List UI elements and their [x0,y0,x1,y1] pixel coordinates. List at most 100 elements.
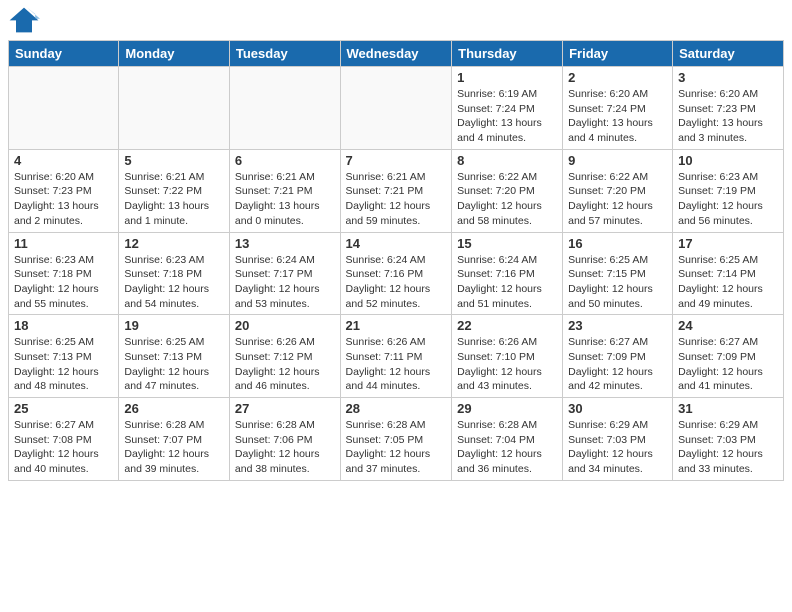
calendar-day-cell: 16 Sunrise: 6:25 AMSunset: 7:15 PMDayligh… [563,232,673,315]
day-number: 7 [346,153,447,168]
day-number: 13 [235,236,335,251]
day-of-week-header: Wednesday [340,41,452,67]
day-number: 3 [678,70,778,85]
day-number: 31 [678,401,778,416]
day-of-week-header: Friday [563,41,673,67]
calendar-day-cell: 18 Sunrise: 6:25 AMSunset: 7:13 PMDayligh… [9,315,119,398]
calendar-week-row: 18 Sunrise: 6:25 AMSunset: 7:13 PMDayligh… [9,315,784,398]
day-number: 24 [678,318,778,333]
calendar-day-cell [9,67,119,150]
calendar-day-cell: 26 Sunrise: 6:28 AMSunset: 7:07 PMDayligh… [119,398,230,481]
day-info: Sunrise: 6:20 AMSunset: 7:24 PMDaylight:… [568,87,667,146]
day-number: 29 [457,401,557,416]
day-info: Sunrise: 6:24 AMSunset: 7:16 PMDaylight:… [346,253,447,312]
calendar-day-cell: 4Sunrise: 6:20 AMSunset: 7:23 PMDaylight… [9,149,119,232]
calendar-day-cell: 19 Sunrise: 6:25 AMSunset: 7:13 PMDayligh… [119,315,230,398]
day-of-week-header: Saturday [673,41,784,67]
calendar-day-cell: 5Sunrise: 6:21 AMSunset: 7:22 PMDaylight… [119,149,230,232]
day-info: Sunrise: 6:29 AMSunset: 7:03 PMDaylight:… [568,418,667,477]
day-info: Sunrise: 6:26 AMSunset: 7:12 PMDaylight:… [235,335,335,394]
calendar-day-cell: 12Sunrise: 6:23 AMSunset: 7:18 PMDayligh… [119,232,230,315]
calendar-day-cell: 21 Sunrise: 6:26 AMSunset: 7:11 PMDayligh… [340,315,452,398]
calendar-day-cell: 9Sunrise: 6:22 AMSunset: 7:20 PMDaylight… [563,149,673,232]
calendar-week-row: 11 Sunrise: 6:23 AMSunset: 7:18 PMDayligh… [9,232,784,315]
calendar-day-cell: 28 Sunrise: 6:28 AMSunset: 7:05 PMDayligh… [340,398,452,481]
day-number: 16 [568,236,667,251]
day-of-week-header: Sunday [9,41,119,67]
day-info: Sunrise: 6:26 AMSunset: 7:11 PMDaylight:… [346,335,447,394]
day-info: Sunrise: 6:23 AMSunset: 7:18 PMDaylight:… [124,253,224,312]
day-info: Sunrise: 6:28 AMSunset: 7:05 PMDaylight:… [346,418,447,477]
day-number: 23 [568,318,667,333]
calendar-day-cell: 23Sunrise: 6:27 AMSunset: 7:09 PMDayligh… [563,315,673,398]
day-number: 30 [568,401,667,416]
day-info: Sunrise: 6:23 AMSunset: 7:19 PMDaylight:… [678,170,778,229]
calendar-day-cell: 27 Sunrise: 6:28 AMSunset: 7:06 PMDayligh… [229,398,340,481]
calendar-day-cell: 11 Sunrise: 6:23 AMSunset: 7:18 PMDayligh… [9,232,119,315]
calendar-day-cell: 24 Sunrise: 6:27 AMSunset: 7:09 PMDayligh… [673,315,784,398]
calendar-day-cell: 1Sunrise: 6:19 AMSunset: 7:24 PMDaylight… [452,67,563,150]
logo [8,6,44,34]
day-of-week-header: Monday [119,41,230,67]
day-of-week-header: Thursday [452,41,563,67]
logo-icon [8,6,40,34]
calendar-day-cell: 14 Sunrise: 6:24 AMSunset: 7:16 PMDayligh… [340,232,452,315]
day-number: 28 [346,401,447,416]
day-info: Sunrise: 6:24 AMSunset: 7:16 PMDaylight:… [457,253,557,312]
calendar-table: SundayMondayTuesdayWednesdayThursdayFrid… [8,40,784,481]
calendar-week-row: 25Sunrise: 6:27 AMSunset: 7:08 PMDayligh… [9,398,784,481]
day-number: 20 [235,318,335,333]
day-info: Sunrise: 6:25 AMSunset: 7:14 PMDaylight:… [678,253,778,312]
day-info: Sunrise: 6:25 AMSunset: 7:13 PMDaylight:… [124,335,224,394]
calendar-day-cell: 20 Sunrise: 6:26 AMSunset: 7:12 PMDayligh… [229,315,340,398]
day-number: 15 [457,236,557,251]
day-info: Sunrise: 6:25 AMSunset: 7:15 PMDaylight:… [568,253,667,312]
day-info: Sunrise: 6:20 AMSunset: 7:23 PMDaylight:… [678,87,778,146]
day-number: 22 [457,318,557,333]
calendar-day-cell: 25Sunrise: 6:27 AMSunset: 7:08 PMDayligh… [9,398,119,481]
day-info: Sunrise: 6:19 AMSunset: 7:24 PMDaylight:… [457,87,557,146]
calendar-body: 1Sunrise: 6:19 AMSunset: 7:24 PMDaylight… [9,67,784,481]
calendar-day-cell: 10 Sunrise: 6:23 AMSunset: 7:19 PMDayligh… [673,149,784,232]
calendar-day-cell: 2 Sunrise: 6:20 AMSunset: 7:24 PMDaylight… [563,67,673,150]
day-info: Sunrise: 6:27 AMSunset: 7:08 PMDaylight:… [14,418,113,477]
calendar-day-cell: 22Sunrise: 6:26 AMSunset: 7:10 PMDayligh… [452,315,563,398]
day-info: Sunrise: 6:20 AMSunset: 7:23 PMDaylight:… [14,170,113,229]
day-number: 5 [124,153,224,168]
calendar-day-cell: 15 Sunrise: 6:24 AMSunset: 7:16 PMDayligh… [452,232,563,315]
calendar-day-cell: 31 Sunrise: 6:29 AMSunset: 7:03 PMDayligh… [673,398,784,481]
day-number: 2 [568,70,667,85]
day-info: Sunrise: 6:29 AMSunset: 7:03 PMDaylight:… [678,418,778,477]
calendar-day-cell [229,67,340,150]
day-number: 11 [14,236,113,251]
calendar-day-cell [119,67,230,150]
day-number: 10 [678,153,778,168]
header-row: SundayMondayTuesdayWednesdayThursdayFrid… [9,41,784,67]
day-number: 18 [14,318,113,333]
day-info: Sunrise: 6:23 AMSunset: 7:18 PMDaylight:… [14,253,113,312]
day-number: 8 [457,153,557,168]
day-info: Sunrise: 6:25 AMSunset: 7:13 PMDaylight:… [14,335,113,394]
day-of-week-header: Tuesday [229,41,340,67]
day-number: 27 [235,401,335,416]
calendar-day-cell: 3 Sunrise: 6:20 AMSunset: 7:23 PMDaylight… [673,67,784,150]
day-info: Sunrise: 6:21 AMSunset: 7:21 PMDaylight:… [235,170,335,229]
day-number: 21 [346,318,447,333]
day-number: 6 [235,153,335,168]
calendar-day-cell: 29 Sunrise: 6:28 AMSunset: 7:04 PMDayligh… [452,398,563,481]
day-info: Sunrise: 6:28 AMSunset: 7:07 PMDaylight:… [124,418,224,477]
calendar-day-cell [340,67,452,150]
day-info: Sunrise: 6:22 AMSunset: 7:20 PMDaylight:… [457,170,557,229]
calendar-day-cell: 7 Sunrise: 6:21 AMSunset: 7:21 PMDaylight… [340,149,452,232]
day-info: Sunrise: 6:27 AMSunset: 7:09 PMDaylight:… [678,335,778,394]
day-info: Sunrise: 6:28 AMSunset: 7:06 PMDaylight:… [235,418,335,477]
day-number: 17 [678,236,778,251]
day-number: 14 [346,236,447,251]
day-number: 26 [124,401,224,416]
calendar-header: SundayMondayTuesdayWednesdayThursdayFrid… [9,41,784,67]
calendar-wrapper: SundayMondayTuesdayWednesdayThursdayFrid… [0,40,792,489]
calendar-day-cell: 30 Sunrise: 6:29 AMSunset: 7:03 PMDayligh… [563,398,673,481]
day-info: Sunrise: 6:21 AMSunset: 7:21 PMDaylight:… [346,170,447,229]
day-number: 19 [124,318,224,333]
day-info: Sunrise: 6:28 AMSunset: 7:04 PMDaylight:… [457,418,557,477]
